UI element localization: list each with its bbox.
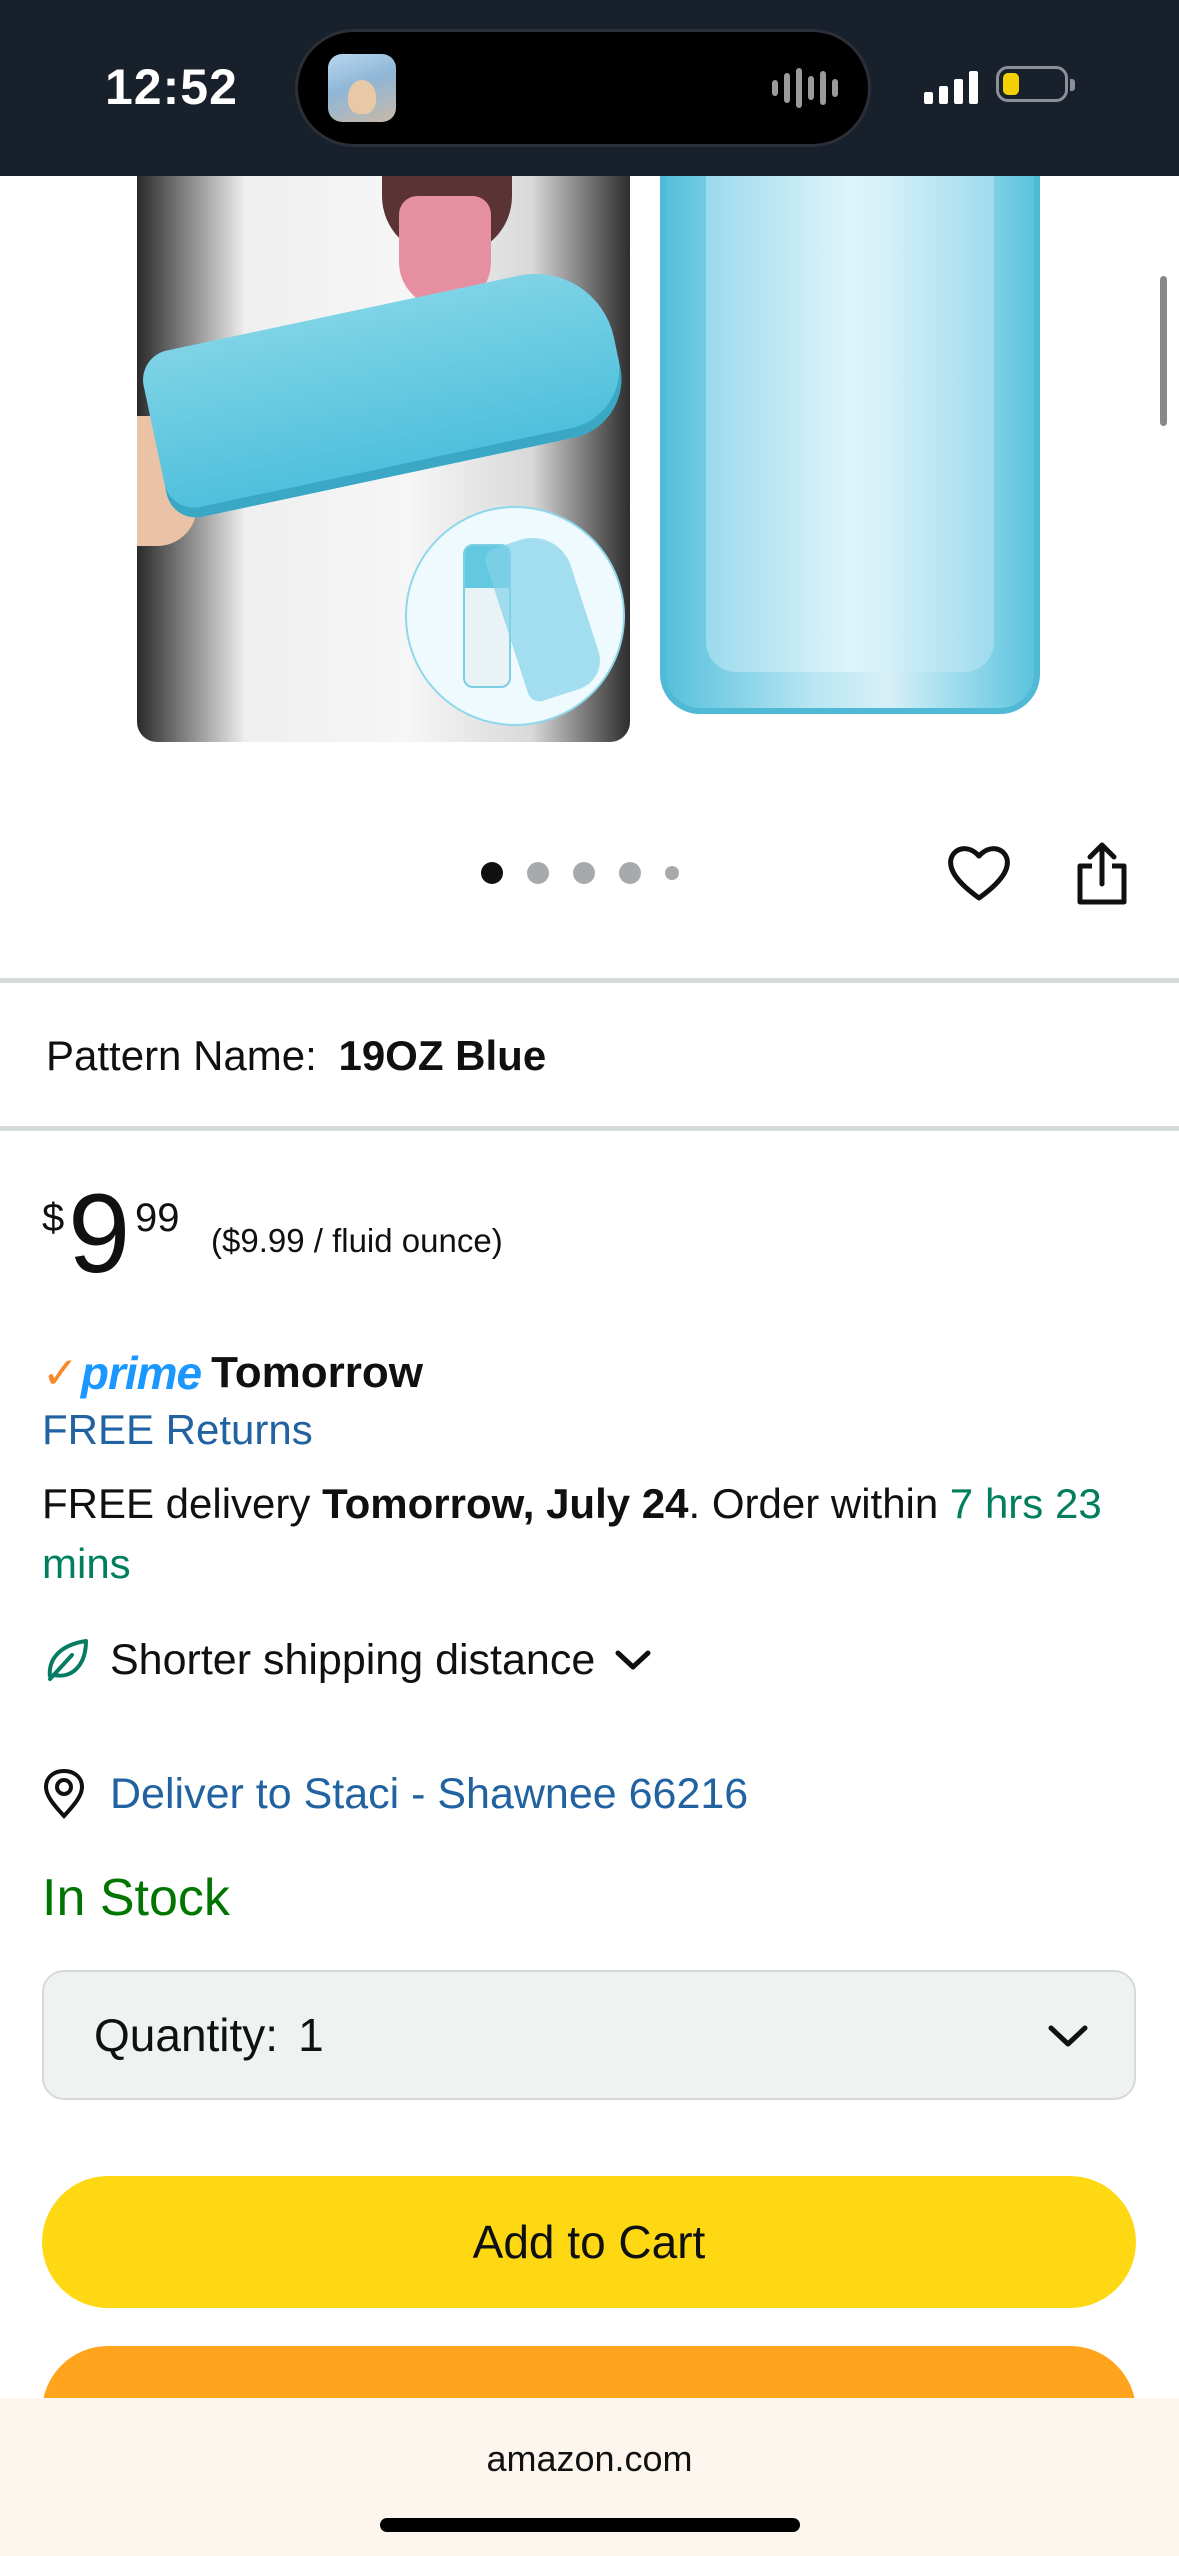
pager-dot[interactable] [665, 866, 679, 880]
now-playing-artwork [328, 54, 396, 122]
prime-check-icon: ✓ [42, 1348, 79, 1398]
add-to-cart-button[interactable]: Add to Cart [42, 2176, 1136, 2308]
chevron-down-icon [615, 1650, 651, 1670]
price-currency: $ [42, 1196, 65, 1240]
delivery-date: Tomorrow, July 24 [322, 1480, 689, 1527]
signal-icon [924, 70, 978, 104]
pager-dot[interactable] [481, 862, 503, 884]
quantity-value: 1 [298, 2009, 324, 2061]
quantity-select[interactable]: Quantity: 1 [42, 1970, 1136, 2100]
shorter-shipping-label: Shorter shipping distance [110, 1635, 596, 1684]
chevron-down-icon [1048, 2025, 1088, 2047]
delivery-middle: . Order within [688, 1480, 950, 1527]
unit-price: ($9.99 / fluid ounce) [211, 1222, 503, 1259]
divider [0, 978, 1179, 983]
wishlist-button[interactable] [946, 842, 1012, 904]
deliver-to-link[interactable]: Deliver to Staci - Shawnee 66216 [42, 1764, 748, 1824]
share-button[interactable] [1070, 840, 1134, 908]
dynamic-island[interactable] [298, 32, 868, 144]
pager-dot[interactable] [573, 862, 595, 884]
scroll-indicator[interactable] [1160, 276, 1167, 426]
pager-dot[interactable] [619, 862, 641, 884]
free-returns-link[interactable]: FREE Returns [42, 1406, 313, 1454]
prime-logo: prime [80, 1347, 202, 1399]
price-whole: 9 [68, 1171, 131, 1296]
pattern-name: Pattern Name: 19OZ Blue [46, 1032, 546, 1080]
delivery-message: FREE delivery Tomorrow, July 24. Order w… [42, 1474, 1152, 1594]
heart-icon [948, 846, 1010, 901]
image-pager[interactable] [481, 862, 679, 884]
delivery-prefix: FREE delivery [42, 1480, 323, 1527]
battery-icon [996, 66, 1075, 102]
home-indicator[interactable] [380, 2518, 800, 2532]
deliver-to-label: Deliver to Staci - Shawnee 66216 [110, 1769, 749, 1818]
location-pin-icon [43, 1769, 85, 1819]
bottle-inset-image [405, 506, 625, 726]
pager-dot[interactable] [527, 862, 549, 884]
status-bar: 12:52 [0, 0, 1179, 176]
shorter-shipping-toggle[interactable]: Shorter shipping distance [42, 1630, 653, 1690]
prime-badge: ✓ prime Tomorrow [42, 1346, 423, 1400]
divider [0, 1126, 1179, 1131]
url-text: amazon.com [486, 2438, 693, 2479]
product-image[interactable] [0, 176, 1179, 776]
prime-speed: Tomorrow [211, 1348, 423, 1397]
browser-url-bar[interactable]: amazon.com [0, 2398, 1179, 2556]
price-fraction: 99 [135, 1196, 180, 1240]
audio-waveform-icon [772, 68, 838, 108]
stock-status: In Stock [42, 1869, 230, 1927]
pattern-label: Pattern Name: [46, 1032, 317, 1079]
leaf-icon [47, 1639, 88, 1681]
status-time: 12:52 [105, 59, 238, 115]
share-icon [1077, 842, 1127, 905]
bottle-closeup [660, 176, 1040, 714]
pattern-value: 19OZ Blue [338, 1032, 547, 1079]
quantity-label: Quantity: [94, 2009, 279, 2061]
